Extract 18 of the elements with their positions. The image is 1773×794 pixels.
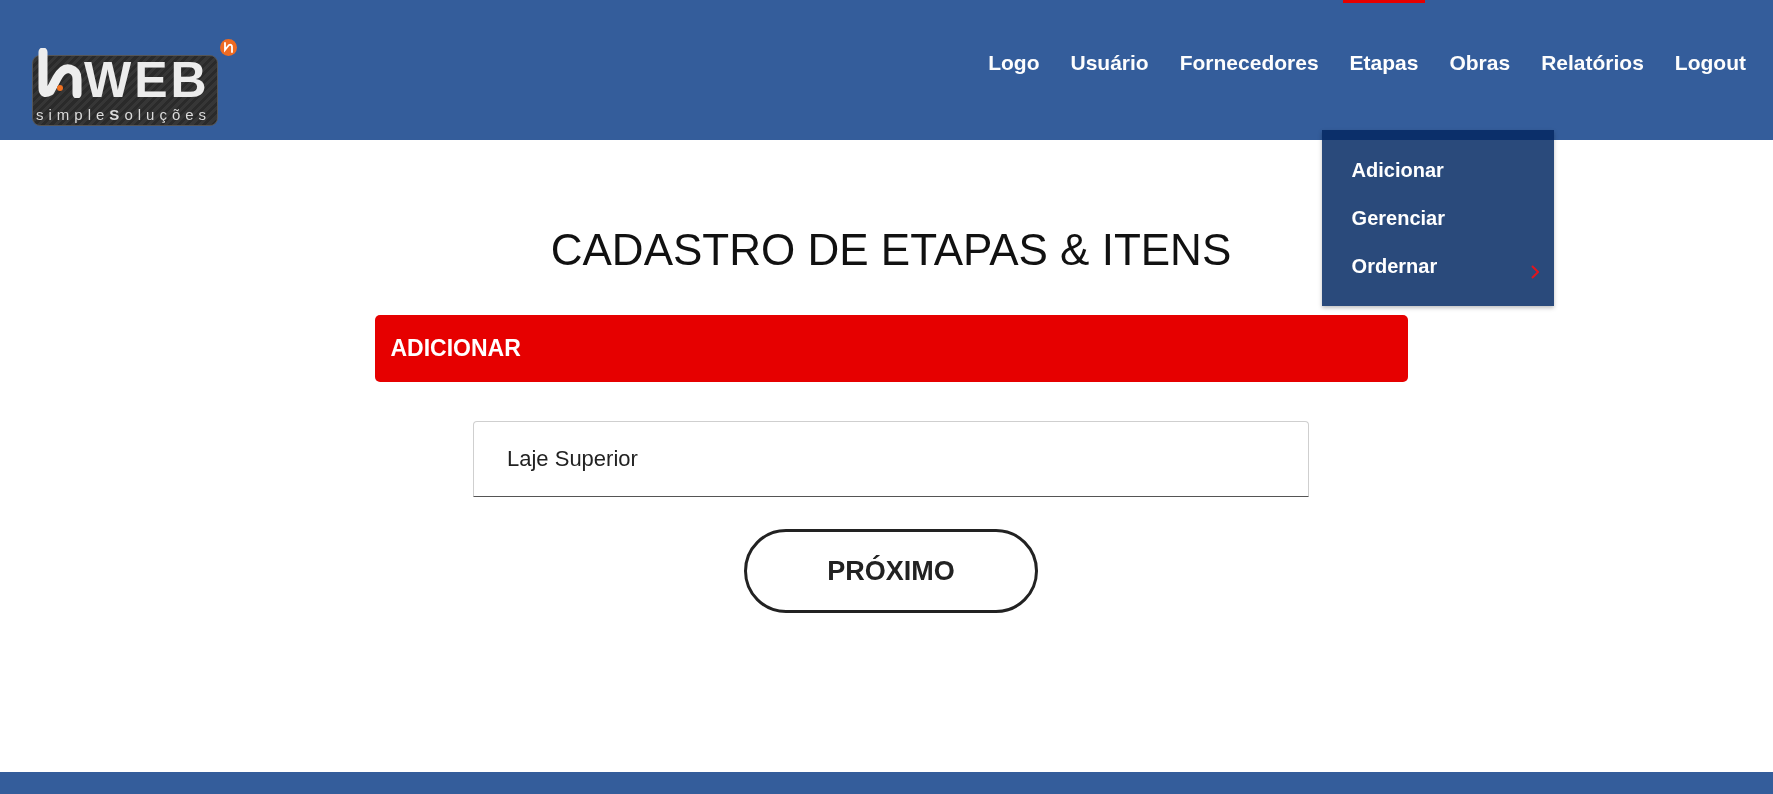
- logo-mark-icon: [36, 48, 82, 98]
- menu-item[interactable]: Adicionar: [1321, 146, 1554, 194]
- nav-link[interactable]: Etapas: [1349, 51, 1419, 75]
- nav-link[interactable]: Fornecedores: [1179, 51, 1319, 75]
- text-field[interactable]: Laje Superior: [473, 421, 1309, 497]
- section-title: ADICIONAR: [390, 334, 521, 364]
- logo-badge-icon: [220, 39, 237, 56]
- nav-link[interactable]: Obras: [1449, 51, 1511, 75]
- nav-link[interactable]: Logo: [988, 51, 1040, 75]
- nav-link[interactable]: Logout: [1674, 51, 1746, 75]
- menu-item[interactable]: Gerenciar: [1321, 194, 1554, 242]
- menu-item[interactable]: Ordernar: [1321, 242, 1554, 290]
- logo-wordmark: WEB: [84, 62, 210, 98]
- nav-link[interactable]: Relatórios: [1541, 51, 1644, 75]
- page-title: CADASTRO DE ETAPAS & ITENS: [550, 224, 1232, 276]
- nav-link[interactable]: Usuário: [1070, 51, 1149, 75]
- chevron-right-icon: [1530, 265, 1539, 279]
- next-button[interactable]: PRÓXIMO: [744, 529, 1038, 613]
